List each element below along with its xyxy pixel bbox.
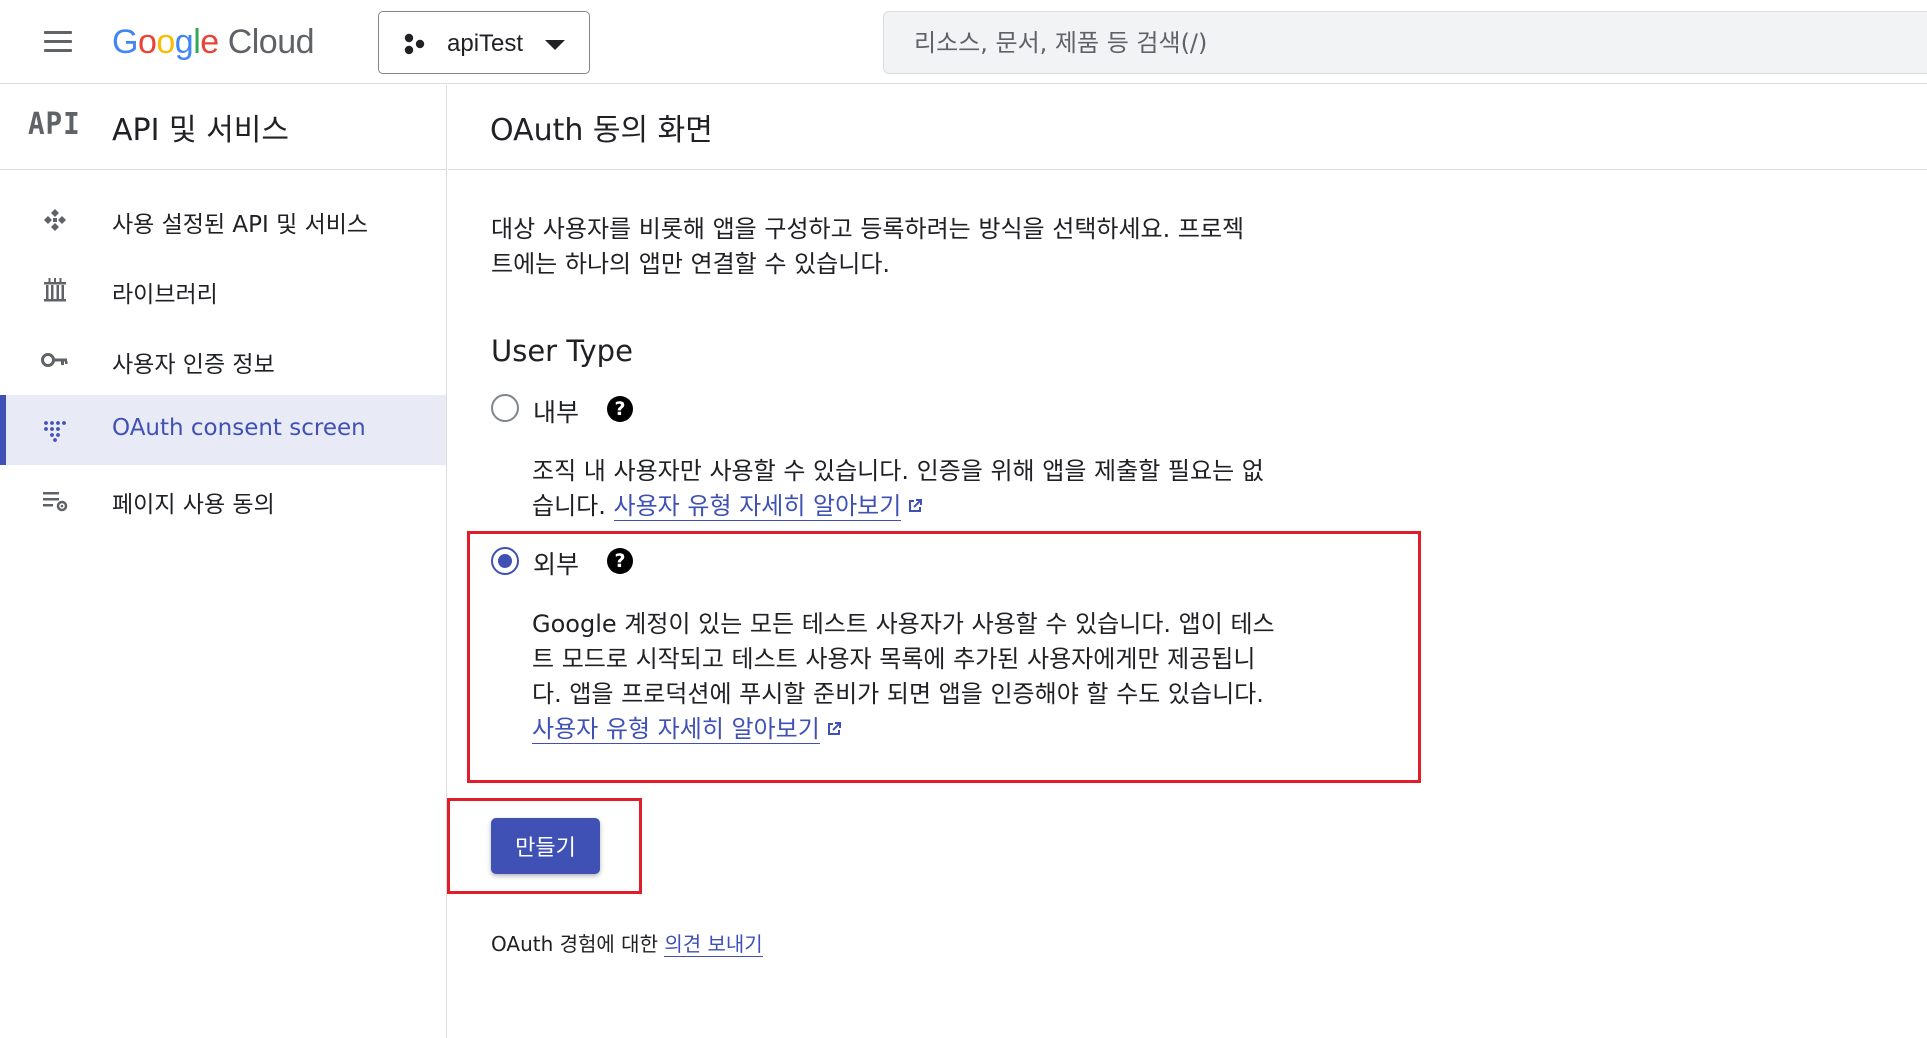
search-input[interactable] bbox=[914, 26, 1894, 60]
create-button[interactable]: 만들기 bbox=[491, 818, 600, 874]
logo-letter: g bbox=[174, 22, 194, 61]
description-line: 다. 앱을 프로덕션에 푸시할 준비가 되면 앱을 인증해야 할 수도 있습니다… bbox=[532, 680, 1264, 708]
sidebar-item-label: 사용자 인증 정보 bbox=[112, 352, 275, 378]
intro-description: 대상 사용자를 비롯해 앱을 구성하고 등록하려는 방식을 선택하세요. 프로젝… bbox=[491, 212, 1371, 282]
main-header: OAuth 동의 화면 bbox=[448, 85, 1927, 170]
sidebar-item-enabled-apis[interactable]: 사용 설정된 API 및 서비스 bbox=[0, 185, 446, 255]
oauth-consent-icon bbox=[44, 421, 66, 442]
library-icon bbox=[44, 278, 66, 302]
api-logo-icon: API bbox=[28, 107, 81, 142]
hamburger-icon-bar bbox=[44, 40, 72, 43]
send-feedback-link[interactable]: 의견 보내기 bbox=[664, 932, 763, 957]
sidebar-item-label: 사용 설정된 API 및 서비스 bbox=[112, 212, 369, 238]
description-line: 트 모드로 시작되고 테스트 사용자 목록에 추가된 사용자에게만 제공됩니 bbox=[532, 645, 1256, 673]
sidebar-title: API 및 서비스 bbox=[112, 113, 289, 148]
logo-letter: G bbox=[112, 22, 138, 61]
sidebar-item-label: OAuth consent screen bbox=[112, 415, 366, 441]
search-bar[interactable] bbox=[883, 11, 1927, 74]
hamburger-icon bbox=[44, 31, 72, 34]
sidebar-header: API API 및 서비스 bbox=[0, 85, 446, 170]
sidebar-item-label: 페이지 사용 동의 bbox=[112, 492, 275, 518]
feedback-text: OAuth 경험에 대한 의견 보내기 bbox=[491, 928, 763, 957]
learn-more-user-type-link[interactable]: 사용자 유형 자세히 알아보기 bbox=[532, 715, 820, 744]
main-menu-button[interactable] bbox=[40, 28, 76, 56]
description-line: 대상 사용자를 비롯해 앱을 구성하고 등록하려는 방식을 선택하세요. 프로젝 bbox=[491, 215, 1245, 243]
sidebar-item-library[interactable]: 라이브러리 bbox=[0, 255, 446, 325]
description-line: 사용자 유형 자세히 알아보기 bbox=[532, 712, 1382, 747]
learn-more-user-type-link[interactable]: 사용자 유형 자세히 알아보기 bbox=[613, 492, 902, 521]
open-in-new-icon bbox=[827, 722, 841, 735]
sidebar-item-label: 라이브러리 bbox=[112, 282, 218, 308]
sidebar-item-page-usage-consent[interactable]: 페이지 사용 동의 bbox=[0, 465, 446, 535]
external-help-icon[interactable]: ? bbox=[607, 548, 633, 574]
description-text: 습니다. bbox=[532, 492, 614, 520]
logo-letter: o bbox=[156, 22, 175, 61]
top-bar: Go o g l e Cloud apiTest bbox=[0, 0, 1927, 84]
external-label[interactable]: 외부 bbox=[533, 545, 579, 581]
page-consent-settings-icon bbox=[43, 492, 68, 512]
sidebar: API API 및 서비스 사용 설정된 API 및 서비스 라이브러리 사용자… bbox=[0, 85, 447, 1038]
external-description: Google 계정이 있는 모든 테스트 사용자가 사용할 수 있습니다. 앱이… bbox=[532, 607, 1382, 747]
logo-cloud-text: Cloud bbox=[227, 22, 315, 61]
api-services-icon bbox=[44, 209, 66, 231]
internal-label[interactable]: 내부 bbox=[533, 393, 579, 429]
project-hexagon-icon bbox=[404, 33, 425, 55]
description-line: 트에는 하나의 앱만 연결할 수 있습니다. bbox=[491, 250, 891, 278]
key-icon bbox=[41, 353, 68, 367]
logo-letter: l bbox=[193, 22, 201, 61]
user-type-heading: User Type bbox=[491, 334, 633, 368]
project-name: apiTest bbox=[447, 30, 524, 57]
page-title: OAuth 동의 화면 bbox=[490, 113, 713, 148]
sidebar-item-oauth-consent[interactable]: OAuth consent screen bbox=[0, 395, 446, 465]
description-line: 조직 내 사용자만 사용할 수 있습니다. 인증을 위해 앱을 제출할 필요는 … bbox=[532, 457, 1264, 485]
sidebar-item-credentials[interactable]: 사용자 인증 정보 bbox=[0, 325, 446, 395]
description-line: 습니다. 사용자 유형 자세히 알아보기 bbox=[532, 489, 1382, 524]
feedback-prefix: OAuth 경험에 대한 bbox=[491, 932, 665, 956]
external-radio[interactable] bbox=[491, 547, 519, 575]
sidebar-nav: 사용 설정된 API 및 서비스 라이브러리 사용자 인증 정보 OAuth c… bbox=[0, 185, 446, 535]
internal-radio[interactable] bbox=[491, 394, 519, 422]
internal-help-icon[interactable]: ? bbox=[607, 396, 633, 422]
internal-description: 조직 내 사용자만 사용할 수 있습니다. 인증을 위해 앱을 제출할 필요는 … bbox=[532, 454, 1382, 524]
logo-letter: o bbox=[137, 22, 157, 61]
dropdown-arrow-icon bbox=[545, 40, 565, 50]
project-picker-button[interactable]: apiTest bbox=[378, 11, 590, 74]
description-line: Google 계정이 있는 모든 테스트 사용자가 사용할 수 있습니다. 앱이… bbox=[532, 610, 1275, 638]
google-cloud-logo[interactable]: Go o g l e Cloud bbox=[112, 18, 315, 66]
open-in-new-icon bbox=[909, 499, 923, 512]
hamburger-icon-bar bbox=[44, 49, 72, 52]
logo-letter: e bbox=[200, 22, 219, 61]
